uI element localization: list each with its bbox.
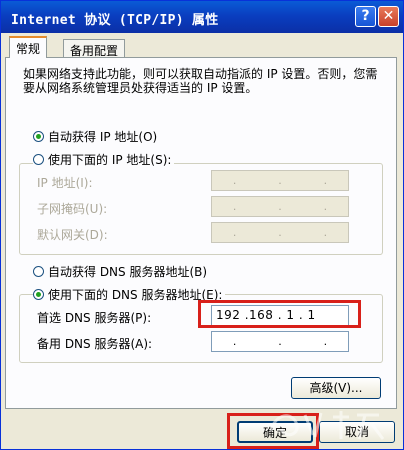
tab-general[interactable]: 常规	[9, 36, 48, 58]
dialog-window: Internet 协议 (TCP/IP) 属性 ? ✕ 常规 备用配置 如果网络…	[0, 0, 404, 450]
auto-ip-radio[interactable]: 自动获得 IP 地址(O)	[33, 128, 161, 145]
description-text: 如果网络支持此功能，则可以获取自动指派的 IP 设置。否则，您需要从网络系统管理…	[23, 67, 378, 95]
radio-unselected-icon	[33, 266, 44, 277]
alternate-dns-label: 备用 DNS 服务器(A):	[37, 337, 153, 351]
help-button[interactable]: ?	[355, 6, 376, 27]
subnet-mask-label: 子网掩码(U):	[37, 202, 108, 216]
close-button[interactable]: ✕	[378, 6, 399, 27]
title-bar[interactable]: Internet 协议 (TCP/IP) 属性 ? ✕	[1, 1, 403, 33]
manual-dns-label: 使用下面的 DNS 服务器地址(E):	[48, 288, 223, 302]
ip-address-separators: ...	[232, 174, 328, 187]
radio-selected-icon	[33, 131, 44, 142]
manual-ip-radio[interactable]: 使用下面的 IP 地址(S):	[33, 151, 175, 168]
radio-selected-icon	[33, 289, 44, 300]
auto-dns-label: 自动获得 DNS 服务器地址(B)	[48, 265, 208, 279]
default-gateway-field: ...	[211, 222, 349, 243]
alternate-dns-field[interactable]: ...	[211, 331, 349, 352]
tab-alternate-config[interactable]: 备用配置	[63, 39, 126, 58]
subnet-mask-separators: ...	[232, 200, 328, 213]
subnet-mask-field: ...	[211, 196, 349, 217]
preferred-dns-label: 首选 DNS 服务器(P):	[37, 311, 152, 325]
default-gateway-label: 默认网关(D):	[37, 228, 108, 242]
alternate-dns-separators: ...	[232, 335, 328, 348]
advanced-button[interactable]: 高级(V)...	[291, 377, 381, 399]
auto-ip-label: 自动获得 IP 地址(O)	[48, 130, 158, 144]
manual-ip-label: 使用下面的 IP 地址(S):	[48, 153, 172, 167]
default-gateway-separators: ...	[232, 226, 328, 239]
ip-address-label: IP 地址(I):	[37, 176, 93, 190]
window-title: Internet 协议 (TCP/IP) 属性	[11, 13, 219, 28]
ip-address-field: ...	[211, 170, 349, 191]
radio-unselected-icon	[33, 154, 44, 165]
auto-dns-radio[interactable]: 自动获得 DNS 服务器地址(B)	[33, 263, 211, 280]
watermark-logo	[269, 411, 385, 440]
manual-dns-radio[interactable]: 使用下面的 DNS 服务器地址(E):	[33, 286, 226, 303]
preferred-dns-highlight	[198, 300, 361, 328]
